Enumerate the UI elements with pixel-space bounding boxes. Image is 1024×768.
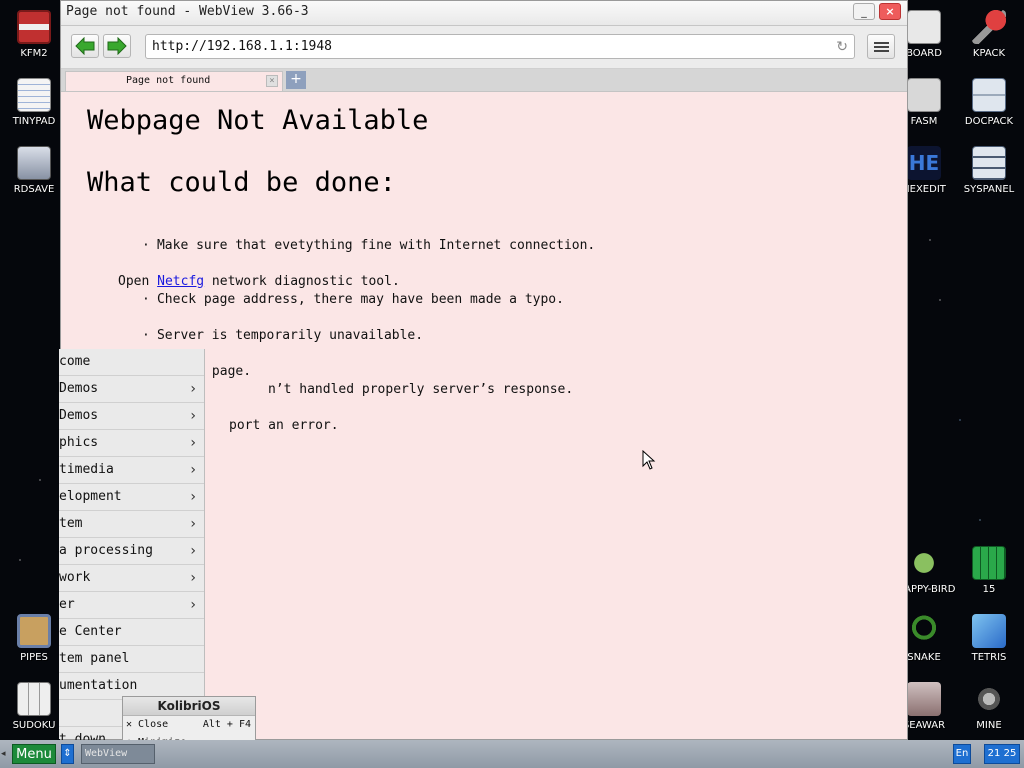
desktop-icon-tinypad[interactable]: TINYPAD [2, 78, 66, 127]
hamburger-icon [874, 42, 889, 44]
start-menu-item-other[interactable]: er › [59, 592, 204, 619]
desktop-icon-docpack[interactable]: DOCPACK [957, 78, 1021, 127]
language-indicator[interactable]: En [953, 744, 971, 764]
tab-page-not-found[interactable]: Page not found × [65, 71, 283, 91]
popup-close-item[interactable]: ✕ Close Alt + F4 [123, 716, 255, 734]
arrow-right-icon [107, 37, 127, 55]
hamburger-menu-button[interactable] [867, 34, 895, 59]
start-menu-item-data-processing[interactable]: a processing › [59, 538, 204, 565]
chevron-right-icon: › [190, 435, 196, 451]
sea-war-icon [907, 682, 941, 716]
ramdisk-save-icon [17, 146, 51, 180]
desktop-icon-tetris[interactable]: TETRIS [957, 614, 1021, 663]
desktop-icon-rdsave[interactable]: RDSAVE [2, 146, 66, 195]
tab-label: Page not found [126, 75, 211, 86]
desktop-icon-sudoku[interactable]: SUDOKU [2, 682, 66, 731]
address-url: http://192.168.1.1:1948 [152, 39, 333, 54]
page-subheading: What could be done: [87, 167, 396, 198]
start-menu: come Demos › Demos › phics › timedia › elopm… [59, 349, 205, 747]
board-icon [907, 10, 941, 44]
clock[interactable]: 21 25 [984, 744, 1020, 764]
fifteen-puzzle-icon [972, 546, 1006, 580]
tab-close-icon[interactable]: × [266, 75, 278, 87]
start-menu-item-demos[interactable]: Demos › [59, 376, 204, 403]
pipes-icon [17, 614, 51, 648]
chevron-right-icon: › [190, 381, 196, 397]
new-tab-button[interactable]: + [286, 71, 306, 89]
menu-button[interactable]: Menu [12, 744, 56, 764]
window-titlebar[interactable]: Page not found - WebView 3.66-3 _ × [61, 1, 907, 26]
start-menu-item-development[interactable]: elopment › [59, 484, 204, 511]
start-menu-item-center[interactable]: e Center [59, 619, 204, 646]
taskbar-item-webview[interactable]: WebView [81, 744, 155, 764]
mine-icon [972, 682, 1006, 716]
triangle-left-icon[interactable]: ◂ [1, 749, 6, 759]
browser-toolbar: http://192.168.1.1:1948 ↻ [61, 26, 907, 69]
desktop-icon-kfm2[interactable]: KFM2 [2, 10, 66, 59]
address-bar[interactable]: http://192.168.1.1:1948 ↻ [145, 34, 855, 59]
cabinet-icon [972, 78, 1006, 112]
desktop-icon-syspanel[interactable]: SYSPANEL [957, 146, 1021, 195]
start-menu-item-welcome[interactable]: come [59, 349, 204, 376]
hex-editor-icon: HE [907, 146, 941, 180]
fasm-icon [907, 78, 941, 112]
notepad-icon [17, 78, 51, 112]
chevron-right-icon: › [190, 516, 196, 532]
window-title: Page not found - WebView 3.66-3 [66, 4, 309, 19]
wrench-icon [972, 10, 1006, 44]
tetris-icon [972, 614, 1006, 648]
start-menu-item-multimedia[interactable]: timedia › [59, 457, 204, 484]
forward-button[interactable] [103, 34, 131, 58]
start-menu-item-demos-2[interactable]: Demos › [59, 403, 204, 430]
sudoku-grid-icon [17, 682, 51, 716]
start-menu-item-system[interactable]: tem › [59, 511, 204, 538]
start-menu-item-network[interactable]: work › [59, 565, 204, 592]
desktop-icon-mine[interactable]: MINE [957, 682, 1021, 731]
snake-icon [907, 614, 941, 648]
start-menu-item-graphics[interactable]: phics › [59, 430, 204, 457]
floppy-disk-icon [17, 10, 51, 44]
bullet: · [141, 328, 150, 343]
close-button[interactable]: × [879, 3, 901, 20]
list-item: n’t handled properly server’s response. … [229, 382, 574, 433]
desktop-icon-kpack[interactable]: KPACK [957, 10, 1021, 59]
mouse-cursor-icon [642, 450, 656, 470]
desktop-icon-15[interactable]: 15 [957, 546, 1021, 595]
chevron-right-icon: › [190, 408, 196, 424]
popup-title: KolibriOS [123, 697, 255, 716]
start-menu-item-system-panel[interactable]: tem panel [59, 646, 204, 673]
page-title: Webpage Not Available [87, 105, 429, 136]
desktop-icon-pipes[interactable]: PIPES [2, 614, 66, 663]
chevron-right-icon: › [190, 462, 196, 478]
chevron-right-icon: › [190, 489, 196, 505]
sliders-icon [972, 146, 1006, 180]
bullet: · [141, 292, 150, 307]
chevron-right-icon: › [190, 543, 196, 559]
taskbar: ◂ Menu ⇕ WebView En 21 25 [0, 740, 1024, 768]
reload-icon[interactable]: ↻ [836, 39, 848, 55]
chevron-right-icon: › [190, 570, 196, 586]
arrow-left-icon [75, 37, 95, 55]
minimize-button[interactable]: _ [853, 3, 875, 20]
chevron-right-icon: › [190, 597, 196, 613]
bullet: · [141, 238, 150, 253]
swap-icon[interactable]: ⇕ [61, 744, 74, 764]
back-button[interactable] [71, 34, 99, 58]
bird-icon [907, 546, 941, 580]
tab-bar: Page not found × + [61, 69, 907, 92]
